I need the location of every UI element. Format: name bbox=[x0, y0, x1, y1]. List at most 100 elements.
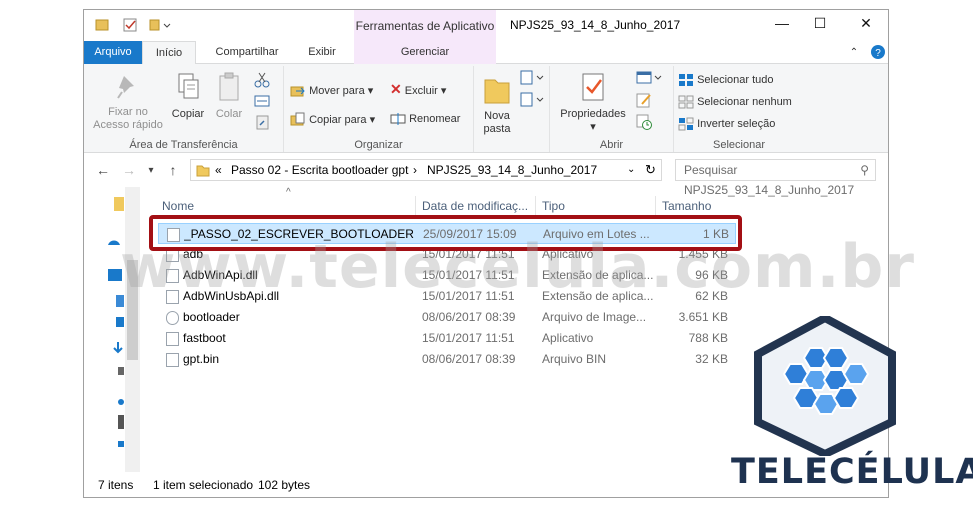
properties-icon bbox=[582, 73, 604, 101]
refresh-icon[interactable]: ↻ bbox=[645, 160, 656, 180]
address-bar-row: ← → ▾ ↑ « Passo 02 - Escrita bootloader … bbox=[84, 153, 888, 197]
select-all-label: Selecionar tudo bbox=[697, 73, 774, 86]
select-group: Selecionar tudo Selecionar nenhum Invert… bbox=[674, 66, 804, 152]
pin-quick-access-button[interactable]: Fixar no Acesso rápido bbox=[88, 72, 168, 132]
tab-view[interactable]: Exibir bbox=[294, 41, 350, 64]
window-title: NPJS25_93_14_8_Junho_2017 bbox=[510, 18, 681, 32]
properties-label: Propriedades bbox=[560, 108, 626, 120]
back-arrow-icon[interactable]: ← bbox=[94, 162, 112, 178]
close-button[interactable]: ✕ bbox=[854, 15, 878, 35]
rename-icon bbox=[390, 113, 406, 125]
search-icon: ⚲ bbox=[860, 163, 869, 177]
file-type: Arquivo BIN bbox=[542, 352, 607, 366]
file-date: 08/06/2017 08:39 bbox=[422, 310, 516, 324]
copy-label: Copiar bbox=[171, 108, 205, 120]
properties-button[interactable]: Propriedades ▾ bbox=[556, 72, 630, 134]
file-name: gpt.bin bbox=[183, 352, 220, 366]
select-all-button[interactable]: Selecionar tudo bbox=[678, 73, 774, 87]
status-size: 102 bytes bbox=[258, 478, 311, 492]
file-row-fastboot[interactable]: fastboot 15/01/2017 11:51 Aplicativo 788… bbox=[158, 328, 736, 349]
maximize-button[interactable]: ☐ bbox=[808, 15, 832, 35]
help-icon[interactable]: ? bbox=[870, 41, 886, 64]
properties-dropdown-icon[interactable]: ▾ bbox=[556, 121, 630, 134]
pin-icon bbox=[117, 76, 134, 99]
brand-name: TELECÉLULA bbox=[731, 452, 973, 492]
minimize-button[interactable]: — bbox=[770, 15, 794, 35]
breadcrumb-separator[interactable]: › bbox=[413, 160, 417, 180]
address-box[interactable]: « Passo 02 - Escrita bootloader gpt › NP… bbox=[190, 159, 662, 181]
generic-file-icon bbox=[166, 353, 179, 367]
file-row-bootloader[interactable]: bootloader 08/06/2017 08:39 Arquivo de I… bbox=[158, 307, 736, 328]
column-header-name[interactable]: Nome bbox=[158, 196, 416, 216]
new-folder-button[interactable]: Nova pasta bbox=[482, 72, 512, 136]
paste-icon bbox=[219, 72, 239, 101]
file-date: 08/06/2017 08:39 bbox=[422, 352, 516, 366]
app-tools-contextual-tab[interactable]: Ferramentas de Aplicativo bbox=[354, 10, 496, 41]
invert-selection-button[interactable]: Inverter seleção bbox=[678, 117, 775, 131]
select-group-label: Selecionar bbox=[713, 139, 765, 151]
copy-to-label: Copiar para bbox=[309, 113, 367, 126]
tab-file[interactable]: Arquivo bbox=[84, 41, 142, 64]
file-row-gpt[interactable]: gpt.bin 08/06/2017 08:39 Arquivo BIN 32 … bbox=[158, 349, 736, 370]
invert-selection-label: Inverter seleção bbox=[697, 117, 776, 130]
rename-label: Renomear bbox=[409, 112, 461, 125]
address-dropdown-icon[interactable]: ⌄ bbox=[627, 160, 635, 180]
organize-group: Mover para ▾ Copiar para ▾ ✕ Excluir ▾ R… bbox=[284, 66, 474, 152]
copy-icon bbox=[178, 73, 199, 99]
application-icon bbox=[166, 332, 179, 346]
quick-access-toolbar[interactable] bbox=[94, 17, 174, 36]
delete-button[interactable]: ✕ Excluir ▾ bbox=[390, 82, 446, 98]
search-input[interactable]: Pesquisar NPJS25_93_14_8_Junho_2017 ⚲ bbox=[675, 159, 876, 197]
tab-share[interactable]: Compartilhar bbox=[202, 41, 292, 64]
tab-home[interactable]: Início bbox=[142, 41, 196, 65]
up-arrow-icon[interactable]: ↑ bbox=[164, 162, 182, 178]
watermark: www.telecelula.com.br bbox=[120, 232, 915, 302]
copy-path-icon[interactable] bbox=[254, 94, 270, 112]
move-to-icon bbox=[290, 86, 305, 97]
edit-icon[interactable] bbox=[636, 92, 652, 112]
move-to-button[interactable]: Mover para ▾ bbox=[290, 83, 373, 99]
open-icon[interactable] bbox=[636, 70, 664, 90]
paste-button[interactable]: Colar bbox=[211, 72, 247, 121]
folder-icon bbox=[196, 165, 210, 177]
open-group: Propriedades ▾ Abrir bbox=[550, 66, 674, 152]
navigation-pane-icons[interactable] bbox=[84, 187, 124, 472]
tab-manage[interactable]: Gerenciar bbox=[354, 41, 496, 64]
rename-button[interactable]: Renomear bbox=[390, 112, 460, 126]
forward-arrow-icon[interactable]: → bbox=[120, 162, 138, 178]
copy-to-button[interactable]: Copiar para ▾ bbox=[290, 112, 375, 128]
breadcrumb-passo02[interactable]: Passo 02 - Escrita bootloader gpt bbox=[231, 160, 408, 180]
file-size: 32 KB bbox=[695, 352, 728, 366]
new-item-icon[interactable] bbox=[520, 70, 544, 90]
recent-locations-icon[interactable]: ▾ bbox=[142, 165, 160, 176]
cut-icon[interactable] bbox=[254, 72, 270, 92]
new-folder-label-2: pasta bbox=[483, 123, 511, 135]
status-selected: 1 item selecionado bbox=[153, 478, 254, 492]
status-item-count: 7 itens bbox=[98, 478, 134, 492]
select-all-icon bbox=[679, 74, 693, 86]
address-prefix[interactable]: « bbox=[215, 160, 222, 180]
history-icon[interactable] bbox=[636, 114, 652, 134]
paste-label: Colar bbox=[215, 108, 243, 120]
column-header-type[interactable]: Tipo bbox=[538, 196, 656, 216]
pin-label-1: Fixar no bbox=[108, 106, 148, 118]
column-header-date[interactable]: Data de modificaç... bbox=[418, 196, 536, 216]
open-group-label: Abrir bbox=[599, 139, 624, 151]
clipboard-group: Fixar no Acesso rápido Copiar Colar Área… bbox=[84, 66, 284, 152]
column-header-size[interactable]: Tamanho bbox=[658, 196, 738, 216]
organize-group-label: Organizar bbox=[354, 139, 403, 151]
quick-access-icons[interactable] bbox=[94, 17, 174, 33]
copy-button[interactable]: Copiar bbox=[168, 72, 208, 121]
sort-arrow-icon: ^ bbox=[286, 187, 291, 198]
ribbon-tabs: Arquivo Início Compartilhar Exibir Geren… bbox=[84, 41, 888, 65]
collapse-ribbon-icon[interactable]: ⌃ bbox=[846, 41, 862, 64]
breadcrumb-current[interactable]: NPJS25_93_14_8_Junho_2017 bbox=[427, 160, 597, 180]
file-type: Arquivo de Image... bbox=[542, 310, 647, 324]
move-to-label: Mover para bbox=[309, 84, 365, 97]
easy-access-icon[interactable] bbox=[520, 92, 544, 112]
pin-label-2: Acesso rápido bbox=[93, 119, 163, 131]
select-none-button[interactable]: Selecionar nenhum bbox=[678, 95, 792, 109]
paste-shortcut-icon[interactable] bbox=[254, 114, 270, 134]
file-size: 788 KB bbox=[688, 331, 728, 345]
delete-label: Excluir bbox=[404, 85, 438, 97]
